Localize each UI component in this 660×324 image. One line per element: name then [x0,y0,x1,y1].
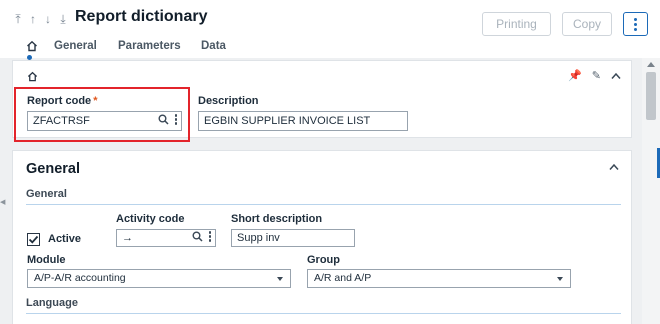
previous-record-icon[interactable]: ↑ [27,9,39,29]
collapse-sidebar-icon[interactable]: ◀ [0,198,5,206]
record-navigation: ⤒ ↑ ↓ ⤓ [12,9,69,29]
tab-parameters[interactable]: Parameters [118,40,181,52]
section-title: General [26,161,80,177]
tab-data[interactable]: Data [201,40,226,52]
module-select[interactable]: A/P-A/R accounting [27,269,291,288]
activity-code-label: Activity code [116,213,185,225]
general-section-card: General General Active Activity code → S… [12,150,632,324]
more-actions-button[interactable] [623,12,648,36]
pin-icon[interactable]: 📌 [568,69,582,82]
next-record-icon[interactable]: ↓ [42,9,54,29]
check-icon [28,235,39,244]
language-subsection-title: Language [26,297,78,309]
short-description-field[interactable]: Supp inv [231,229,355,247]
search-icon[interactable] [192,231,203,242]
chevron-up-icon[interactable] [609,163,619,171]
copy-button[interactable]: Copy [562,12,612,36]
card-tools: 📌 ✎ [568,69,621,82]
home-icon[interactable] [26,40,38,52]
subsection-title: General [26,188,67,200]
content-area: ◀ 📌 ✎ Report code * ZFACTRSF Description… [0,58,660,324]
edit-icon[interactable]: ✎ [592,69,601,82]
subsection-divider [26,204,621,205]
active-label: Active [48,233,82,245]
printing-button[interactable]: Printing [482,12,551,36]
description-label: Description [198,95,259,107]
activity-code-field[interactable]: → [116,229,216,247]
field-menu-icon[interactable] [208,231,211,242]
language-divider [26,313,621,314]
short-description-label: Short description [231,213,323,225]
page-title: Report dictionary [75,8,208,25]
chevron-down-icon [277,277,283,281]
last-record-icon[interactable]: ⤓ [57,9,69,29]
chevron-down-icon [557,277,563,281]
chevron-up-icon[interactable] [611,72,621,80]
vertical-scrollbar[interactable] [642,58,660,324]
description-field[interactable]: EGBIN SUPPLIER INVOICE LIST [198,111,408,131]
scroll-thumb[interactable] [646,72,656,120]
report-code-label: Report code * [27,95,98,107]
identity-card: 📌 ✎ Report code * ZFACTRSF Description EG… [12,60,632,138]
scroll-up-icon[interactable] [647,62,655,67]
tab-general[interactable]: General [54,40,97,52]
home-icon [27,71,38,82]
field-menu-icon[interactable] [174,114,177,125]
first-record-icon[interactable]: ⤒ [12,9,24,29]
module-label: Module [27,254,66,266]
search-icon[interactable] [158,114,169,125]
report-code-field[interactable]: ZFACTRSF [27,111,182,131]
group-select[interactable]: A/R and A/P [307,269,571,288]
active-checkbox[interactable] [27,233,40,246]
top-bar: ⤒ ↑ ↓ ⤓ Report dictionary Printing Copy … [0,0,660,60]
tab-bar: General Parameters Data [0,38,660,60]
group-label: Group [307,254,340,266]
